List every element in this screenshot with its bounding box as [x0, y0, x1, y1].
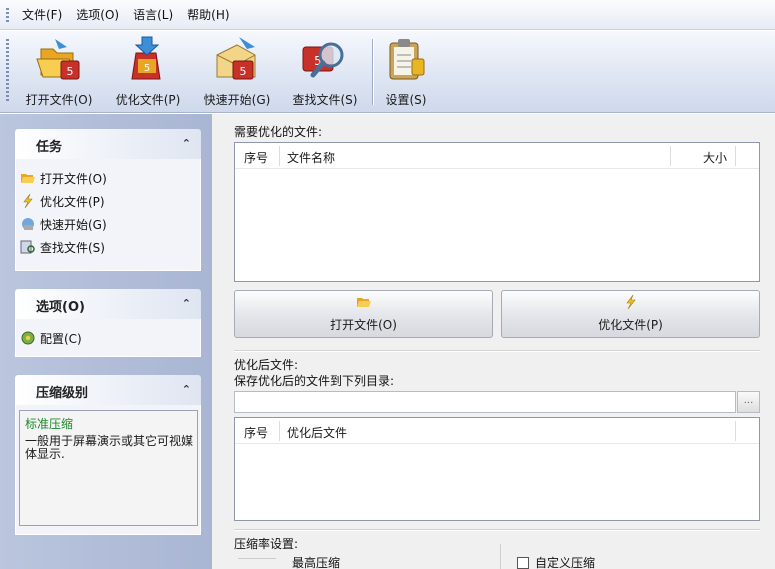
toolbar-grip [6, 39, 9, 103]
task-open-file-label: 打开文件(O) [40, 171, 107, 186]
find-file-icon: 5 [299, 35, 351, 85]
column-separator [279, 421, 280, 441]
compression-level-name: 标准压缩 [25, 417, 74, 431]
compression-group-body: 标准压缩 一般用于屏幕演示或其它可视媒体显示. [15, 405, 201, 535]
menu-options[interactable]: 选项(O) [69, 0, 126, 30]
column-separator [670, 146, 671, 166]
compression-group-header[interactable]: 压缩级别 ⌃ [15, 375, 201, 405]
col-output-file-header[interactable]: 优化后文件 [287, 424, 347, 441]
options-group-header[interactable]: 选项(O) ⌃ [15, 289, 201, 319]
open-folder-icon [356, 298, 371, 307]
open-folder-icon [21, 174, 35, 183]
quick-start-tool[interactable]: 5 快速开始(G) [198, 35, 276, 109]
option-configure[interactable]: 配置(C) [20, 328, 82, 348]
optimize-file-icon: 5 [122, 35, 174, 85]
lightning-icon [625, 294, 636, 310]
settings-tool[interactable]: 设置(S) [378, 35, 434, 109]
task-optimize-file-label: 优化文件(P) [40, 194, 105, 209]
option-configure-label: 配置(C) [40, 331, 82, 346]
custom-compression-checkbox[interactable] [517, 557, 529, 569]
column-separator [279, 146, 280, 166]
ratio-slider[interactable] [238, 558, 276, 569]
files-section-label: 需要优化的文件: [234, 125, 323, 139]
find-file-icon [20, 240, 35, 254]
open-file-tool[interactable]: 5 打开文件(O) [18, 35, 100, 109]
task-quick-start-label: 快速开始(G) [40, 217, 107, 232]
section-divider [234, 350, 760, 351]
options-group-title: 选项(O) [36, 300, 85, 315]
optimize-file-tool-label: 优化文件(P) [115, 93, 181, 107]
tasks-group-title: 任务 [36, 140, 63, 155]
find-file-tool-label: 查找文件(S) [292, 93, 358, 107]
task-optimize-file[interactable]: 优化文件(P) [20, 191, 105, 211]
col-size-header[interactable]: 大小 [703, 149, 727, 166]
col-index-header[interactable]: 序号 [244, 149, 268, 166]
menu-grip [6, 7, 9, 22]
menu-file[interactable]: 文件(F) [15, 0, 69, 30]
output-file-list[interactable]: 序号 优化后文件 [234, 417, 760, 521]
menu-help[interactable]: 帮助(H) [180, 0, 236, 30]
quick-start-icon: 5 [211, 35, 263, 85]
task-find-file-label: 查找文件(S) [40, 240, 105, 255]
col-index-header[interactable]: 序号 [244, 424, 268, 441]
task-open-file[interactable]: 打开文件(O) [20, 168, 107, 188]
output-file-list-header: 序号 优化后文件 [235, 418, 759, 444]
settings-tool-label: 设置(S) [385, 93, 427, 107]
collapse-up-icon[interactable]: ⌃ [182, 383, 191, 396]
custom-compression-label: 自定义压缩 [535, 556, 596, 569]
column-separator [735, 146, 736, 166]
open-file-button[interactable]: 打开文件(O) [234, 290, 493, 338]
ratio-divider [500, 544, 501, 569]
col-filename-header[interactable]: 文件名称 [287, 149, 335, 166]
input-file-list-header: 序号 文件名称 大小 [235, 143, 759, 169]
open-file-tool-label: 打开文件(O) [25, 93, 93, 107]
optimize-file-tool[interactable]: 5 优化文件(P) [108, 35, 188, 109]
lightning-icon [23, 193, 33, 209]
section-divider [234, 529, 760, 530]
quick-start-tool-label: 快速开始(G) [203, 93, 271, 107]
find-file-tool[interactable]: 5 查找文件(S) [286, 35, 364, 109]
svg-text:5: 5 [144, 63, 150, 74]
compression-level-description: 一般用于屏幕演示或其它可视媒体显示. [25, 434, 194, 461]
max-compression-label: 最高压缩 [292, 556, 341, 569]
collapse-up-icon[interactable]: ⌃ [182, 297, 191, 310]
task-pane: 任务 ⌃ 打开文件(O) 优化文件(P) 快速开始(G) 查找文件(S) 选项(… [0, 114, 212, 569]
save-dir-label: 保存优化后的文件到下列目录: [234, 374, 395, 388]
input-file-list[interactable]: 序号 文件名称 大小 [234, 142, 760, 282]
optimize-file-button[interactable]: 优化文件(P) [501, 290, 760, 338]
menu-language[interactable]: 语言(L) [126, 0, 180, 30]
task-find-file[interactable]: 查找文件(S) [20, 237, 105, 257]
tasks-group-body: 打开文件(O) 优化文件(P) 快速开始(G) 查找文件(S) [15, 159, 201, 271]
open-folder-icon: 5 [33, 35, 85, 85]
output-section-label: 优化后文件: [234, 358, 299, 372]
task-quick-start[interactable]: 快速开始(G) [20, 214, 107, 234]
gear-icon [21, 331, 35, 345]
quick-start-icon [22, 218, 34, 230]
menu-bar: 文件(F) 选项(O) 语言(L) 帮助(H) [0, 0, 775, 30]
optimize-file-button-label: 优化文件(P) [598, 318, 663, 332]
main-area: 需要优化的文件: 序号 文件名称 大小 打开文件(O) 优化文件(P) 优化后文… [212, 114, 775, 569]
column-separator [735, 421, 736, 441]
ratio-section-label: 压缩率设置: [234, 537, 299, 551]
svg-text:5: 5 [67, 65, 74, 78]
clipboard-settings-icon [380, 35, 432, 85]
output-directory-input[interactable] [234, 391, 736, 413]
compression-level-box: 标准压缩 一般用于屏幕演示或其它可视媒体显示. [19, 410, 198, 526]
browse-button[interactable]: ... [737, 391, 760, 413]
collapse-up-icon[interactable]: ⌃ [182, 137, 191, 150]
compression-group-title: 压缩级别 [36, 386, 89, 401]
toolbar-separator [372, 39, 373, 105]
options-group-body: 配置(C) [15, 319, 201, 357]
tasks-group-header[interactable]: 任务 ⌃ [15, 129, 201, 159]
svg-text:5: 5 [240, 65, 247, 78]
toolbar: 5 打开文件(O) 5 优化文件(P) 5 快速开始(G) 5 查找文件(S) … [0, 31, 775, 113]
open-file-button-label: 打开文件(O) [330, 318, 397, 332]
